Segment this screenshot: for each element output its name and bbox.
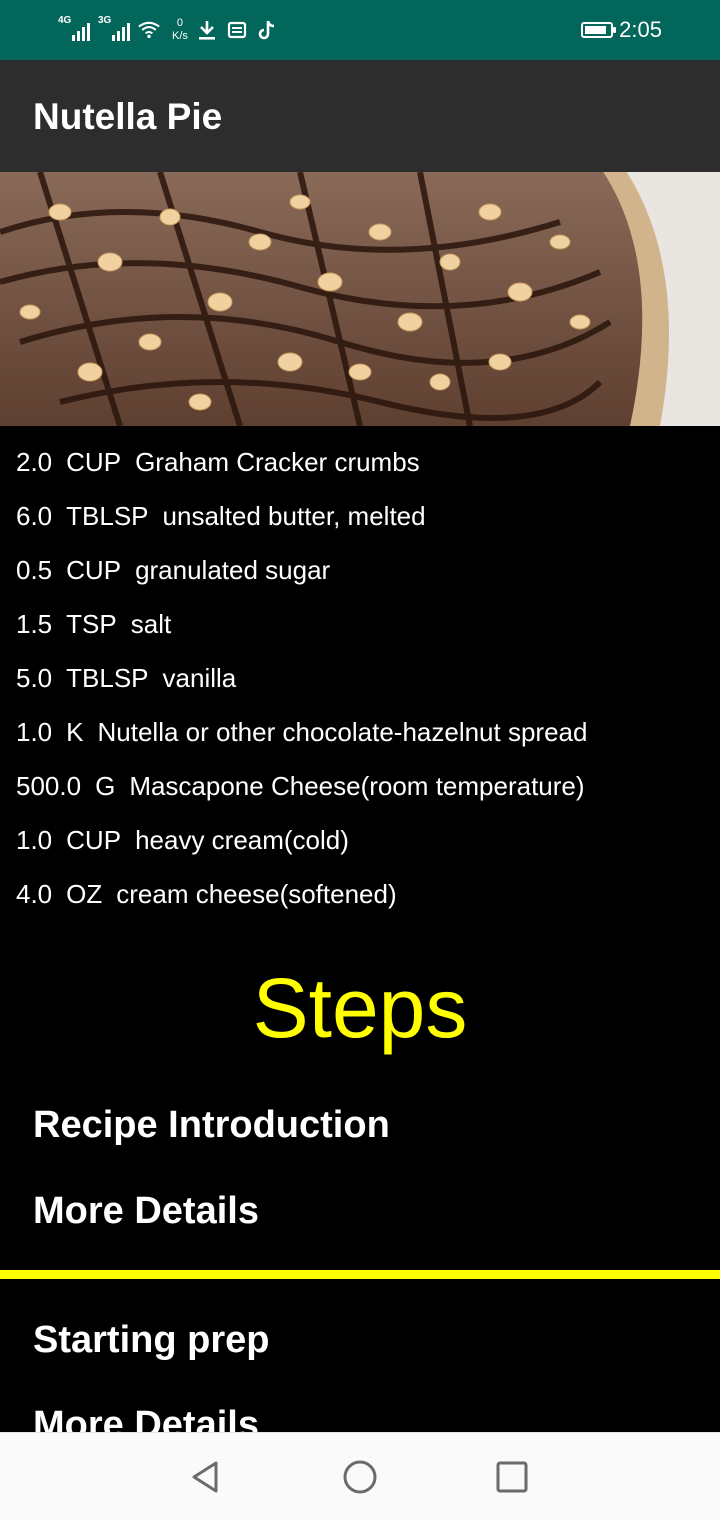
ingredient-row: 2.0 CUP Graham Cracker crumbs <box>16 440 706 494</box>
step-title[interactable]: Starting prep <box>33 1319 269 1362</box>
network-speed-value: 0 <box>176 17 184 29</box>
tiktok-icon <box>256 18 278 42</box>
ingredient-qty: 1.0 <box>16 717 53 747</box>
ingredient-row: 6.0 TBLSP unsalted butter, melted <box>16 494 706 548</box>
ingredient-qty: 5.0 <box>16 663 53 693</box>
home-icon[interactable] <box>342 1459 378 1495</box>
ingredient-unit: CUP <box>66 825 122 855</box>
signal-3g-label: 3G <box>98 15 112 26</box>
ingredient-unit: K <box>66 717 84 747</box>
app-bar: Nutella Pie <box>0 60 720 172</box>
ingredient-row: 1.5 TSP salt <box>16 602 706 656</box>
ingredient-name: vanilla <box>162 663 237 693</box>
network-speed: 0 K/s <box>172 17 188 43</box>
ingredient-qty: 1.0 <box>16 825 53 855</box>
network-speed-unit: K/s <box>172 30 188 42</box>
screen: 4G 3G 0 K/s 2:05 Nutella Pie 2.0 CUP Gra… <box>0 0 720 1520</box>
ingredient-unit: OZ <box>66 879 103 909</box>
ingredient-name: Mascapone Cheese(room temperature) <box>129 771 585 801</box>
ingredient-unit: TBLSP <box>66 501 149 531</box>
ingredients-list: 2.0 CUP Graham Cracker crumbs 6.0 TBLSP unsa… <box>16 440 706 926</box>
back-icon[interactable] <box>188 1459 224 1495</box>
ingredient-qty: 4.0 <box>16 879 53 909</box>
signal-3g-icon: 3G <box>98 15 130 41</box>
ingredient-name: heavy cream(cold) <box>135 825 349 855</box>
ingredient-row: 5.0 TBLSP vanilla <box>16 656 706 710</box>
ingredient-row: 1.0 K Nutella or other chocolate-hazelnut … <box>16 710 706 764</box>
ingredient-row: 4.0 OZ cream cheese(softened) <box>16 872 706 926</box>
ingredient-name: unsalted butter, melted <box>162 501 426 531</box>
ingredient-unit: CUP <box>66 555 122 585</box>
ingredient-unit: TBLSP <box>66 663 149 693</box>
battery-icon <box>581 22 617 38</box>
system-nav-bar <box>0 1432 720 1520</box>
status-bar-left: 4G 3G 0 K/s <box>58 12 278 48</box>
ingredient-row: 1.0 CUP heavy cream(cold) <box>16 818 706 872</box>
ingredient-unit: CUP <box>66 447 122 477</box>
download-icon <box>196 18 218 42</box>
page-title: Nutella Pie <box>33 96 223 137</box>
wifi-icon <box>138 18 160 42</box>
status-bar-right: 2:05 <box>581 12 662 48</box>
ingredient-qty: 6.0 <box>16 501 53 531</box>
sim-card-icon <box>226 18 248 42</box>
ingredient-name: cream cheese(softened) <box>116 879 397 909</box>
step-title[interactable]: Recipe Introduction <box>33 1104 390 1147</box>
ingredient-qty: 2.0 <box>16 447 53 477</box>
status-bar: 4G 3G 0 K/s 2:05 <box>0 0 720 60</box>
step-divider <box>0 1270 720 1279</box>
ingredient-name: granulated sugar <box>135 555 331 585</box>
ingredient-row: 0.5 CUP granulated sugar <box>16 548 706 602</box>
ingredient-qty: 1.5 <box>16 609 53 639</box>
steps-heading: Steps <box>252 961 468 1055</box>
step-more-details-link[interactable]: More Details <box>33 1190 259 1233</box>
ingredient-name: salt <box>130 609 172 639</box>
signal-4g-label: 4G <box>58 15 72 26</box>
ingredient-row: 500.0 G Mascapone Cheese(room temperature) <box>16 764 706 818</box>
ingredient-name: Graham Cracker crumbs <box>135 447 420 477</box>
ingredient-unit: G <box>95 771 116 801</box>
ingredient-qty: 0.5 <box>16 555 53 585</box>
signal-4g-icon: 4G <box>58 15 90 41</box>
recipe-hero-image <box>0 172 720 426</box>
recents-icon[interactable] <box>494 1459 530 1495</box>
ingredient-unit: TSP <box>66 609 117 639</box>
ingredient-name: Nutella or other chocolate-hazelnut spre… <box>97 717 588 747</box>
status-time: 2:05 <box>619 17 662 42</box>
ingredient-qty: 500.0 <box>16 771 82 801</box>
